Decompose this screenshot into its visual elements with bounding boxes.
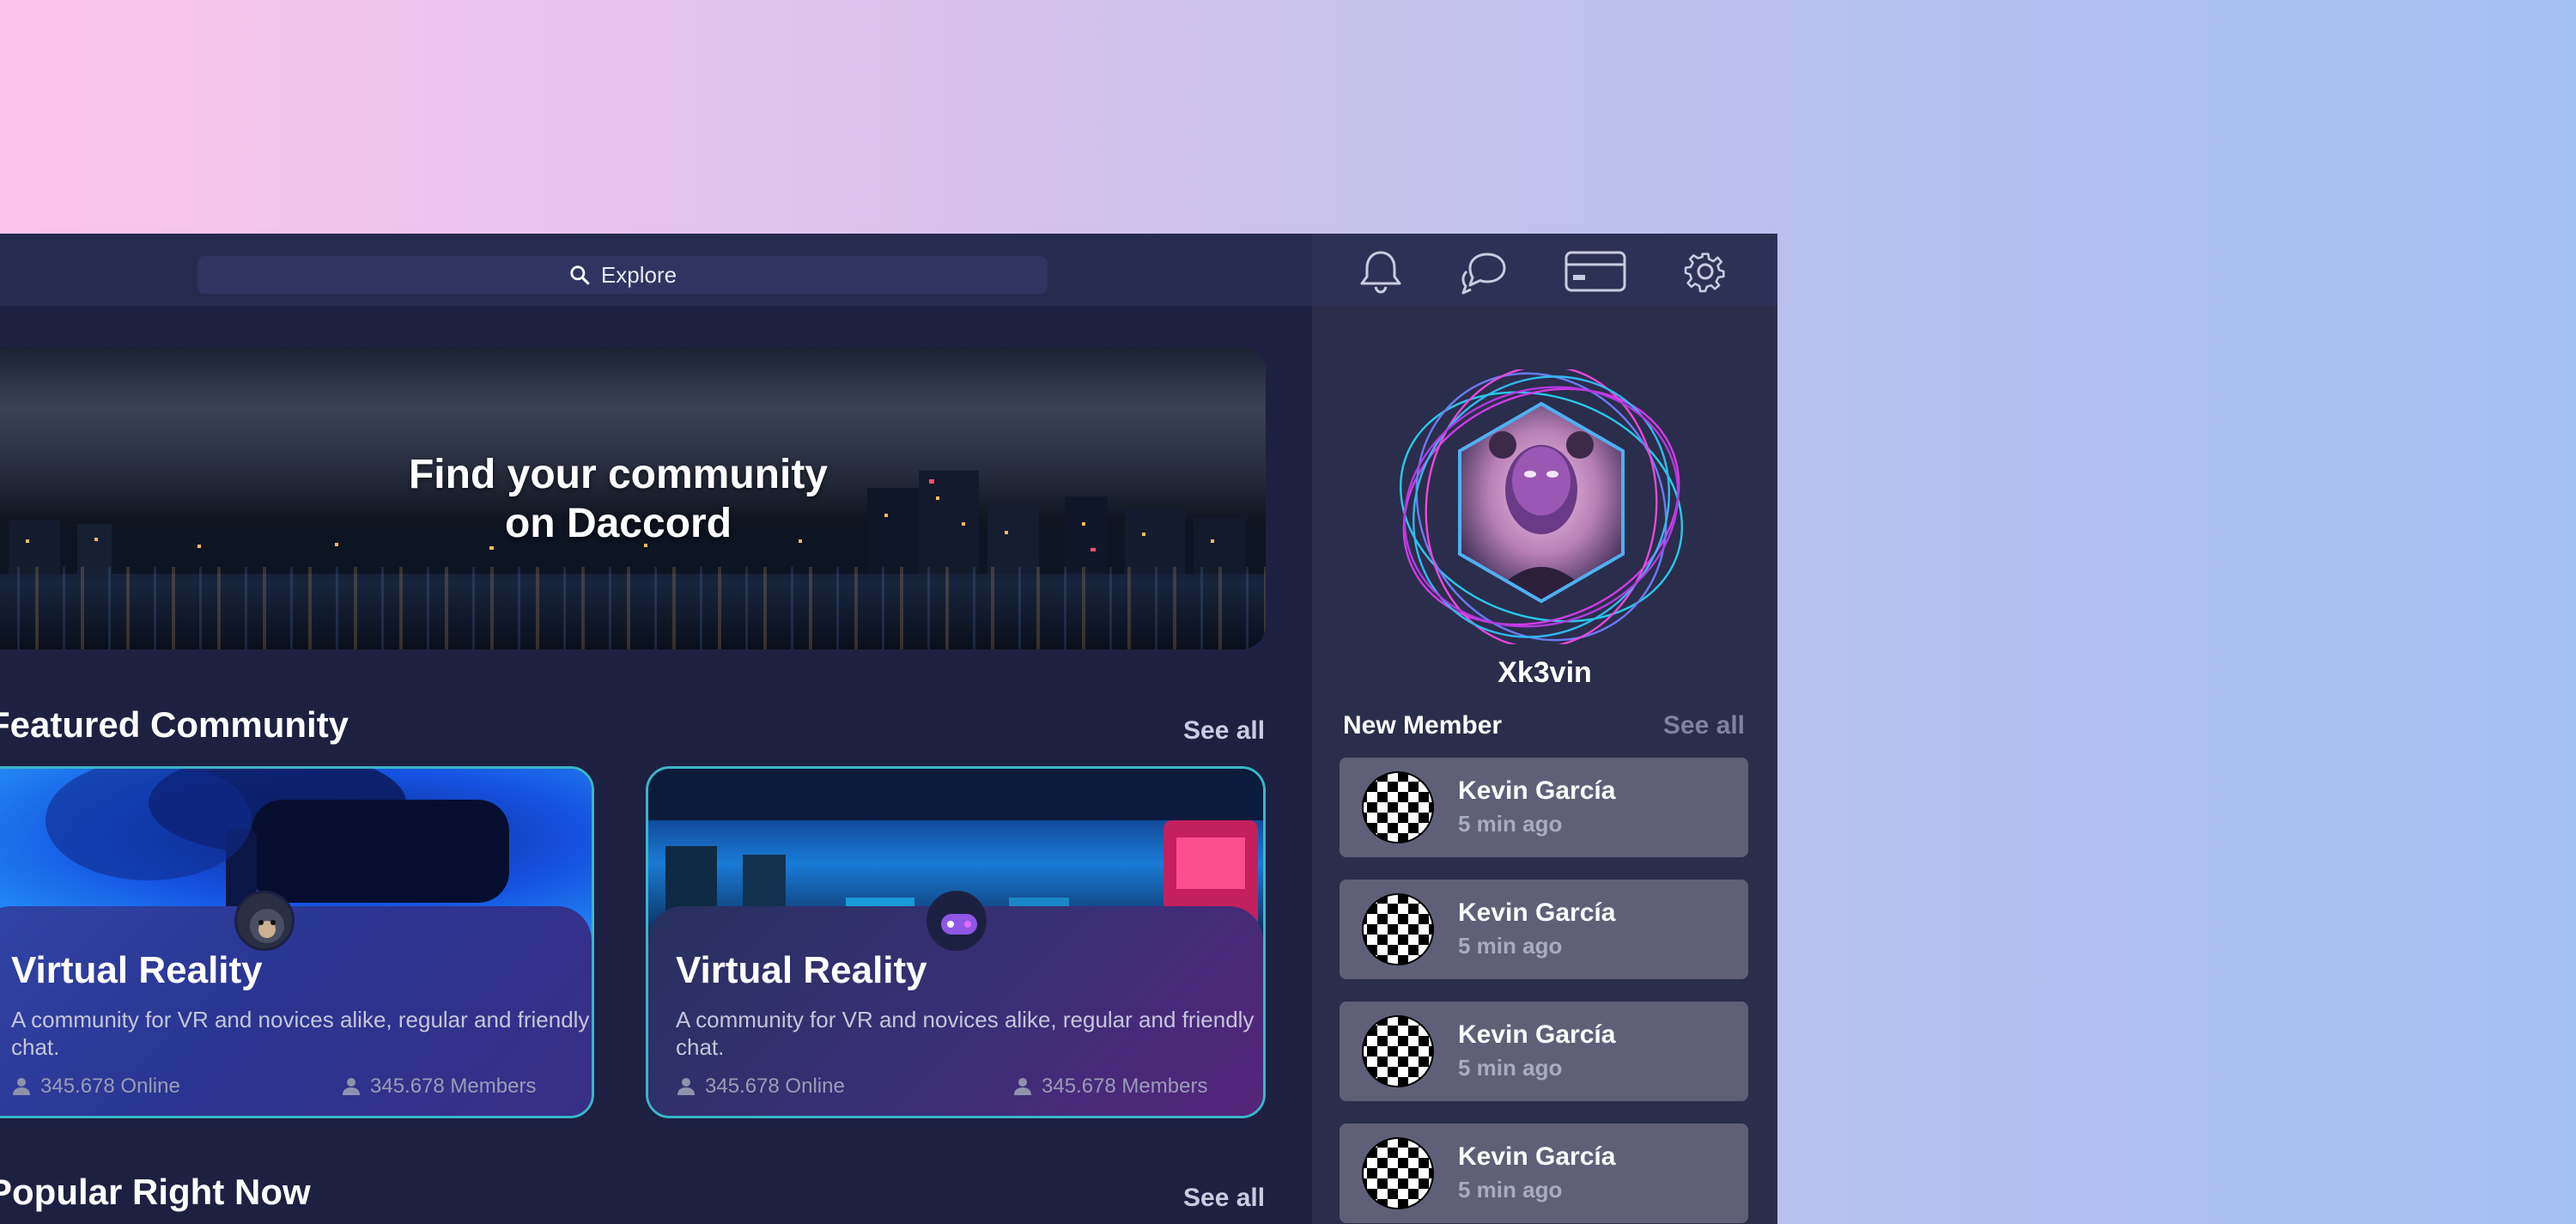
member-list-item[interactable]: Kevin García 5 min ago — [1340, 1124, 1748, 1223]
checkered-avatar — [1362, 1137, 1434, 1209]
water-reflection — [0, 567, 1266, 649]
search-icon — [570, 265, 590, 285]
user-icon — [1014, 1078, 1031, 1095]
checkered-avatar — [1362, 1015, 1434, 1087]
profile-avatar[interactable] — [1393, 369, 1690, 644]
card-members-count: 345.678 Members — [1012, 1075, 1207, 1099]
card-description: A community for VR and novices alike, re… — [11, 1007, 590, 1060]
community-card[interactable]: Virtual Reality A community for VR and n… — [0, 766, 594, 1118]
member-name: Kevin García — [1458, 1020, 1616, 1049]
community-card[interactable]: Virtual Reality A community for VR and n… — [646, 766, 1266, 1118]
credit-card-icon[interactable] — [1563, 247, 1628, 295]
checkered-avatar — [1362, 893, 1434, 965]
member-name: Kevin García — [1458, 898, 1616, 927]
username: Xk3vin — [1498, 656, 1592, 689]
new-member-see-all-link[interactable]: See all — [1663, 711, 1745, 740]
user-icon — [13, 1078, 30, 1095]
header-icons-bar — [1312, 234, 1777, 306]
bell-icon[interactable] — [1353, 247, 1408, 295]
card-online-count: 345.678 Online — [11, 1075, 180, 1099]
featured-community-title: Featured Community — [0, 704, 349, 745]
member-time: 5 min ago — [1458, 1055, 1563, 1081]
card-description: A community for VR and novices alike, re… — [676, 1007, 1255, 1060]
explore-label: Explore — [600, 261, 677, 288]
game-controller-avatar — [927, 891, 987, 951]
popular-right-now-title: Popular Right Now — [0, 1172, 311, 1212]
explore-search-button[interactable]: Explore — [197, 256, 1048, 294]
card-title: Virtual Reality — [11, 949, 263, 991]
card-online-count: 345.678 Online — [676, 1075, 845, 1099]
app-window: Explore Find your community on Daccord F… — [0, 234, 1777, 1224]
checkered-avatar — [1362, 771, 1434, 843]
main-content: Explore Find your community on Daccord F… — [0, 234, 1312, 1224]
member-time: 5 min ago — [1458, 933, 1563, 959]
card-title: Virtual Reality — [676, 949, 927, 991]
featured-see-all-link[interactable]: See all — [1183, 716, 1265, 746]
right-panel: Xk3vin New Member See all Kevin García 5… — [1312, 234, 1777, 1224]
member-list-item[interactable]: Kevin García 5 min ago — [1340, 880, 1748, 979]
members-label: 345.678 Members — [370, 1075, 537, 1098]
gear-icon[interactable] — [1678, 247, 1733, 295]
hero-title: Find your community on Daccord — [275, 450, 962, 548]
card-members-count: 345.678 Members — [341, 1075, 536, 1099]
member-name: Kevin García — [1458, 776, 1616, 805]
hero-title-line-2: on Daccord — [504, 501, 732, 546]
new-member-title: New Member — [1343, 711, 1503, 740]
hero-title-line-1: Find your community — [408, 452, 828, 497]
chat-bubbles-icon[interactable] — [1458, 247, 1513, 295]
online-label: 345.678 Online — [705, 1075, 845, 1098]
online-label: 345.678 Online — [40, 1075, 180, 1098]
member-name: Kevin García — [1458, 1142, 1616, 1171]
member-time: 5 min ago — [1458, 811, 1563, 837]
user-icon — [343, 1078, 360, 1095]
top-bar: Explore — [0, 234, 1312, 306]
popular-see-all-link[interactable]: See all — [1183, 1184, 1265, 1213]
members-label: 345.678 Members — [1042, 1075, 1208, 1098]
member-list-item[interactable]: Kevin García 5 min ago — [1340, 758, 1748, 857]
member-time: 5 min ago — [1458, 1177, 1563, 1203]
gorilla-avatar — [234, 891, 295, 951]
user-icon — [677, 1078, 695, 1095]
hero-banner: Find your community on Daccord — [0, 347, 1266, 649]
member-list-item[interactable]: Kevin García 5 min ago — [1340, 1002, 1748, 1101]
